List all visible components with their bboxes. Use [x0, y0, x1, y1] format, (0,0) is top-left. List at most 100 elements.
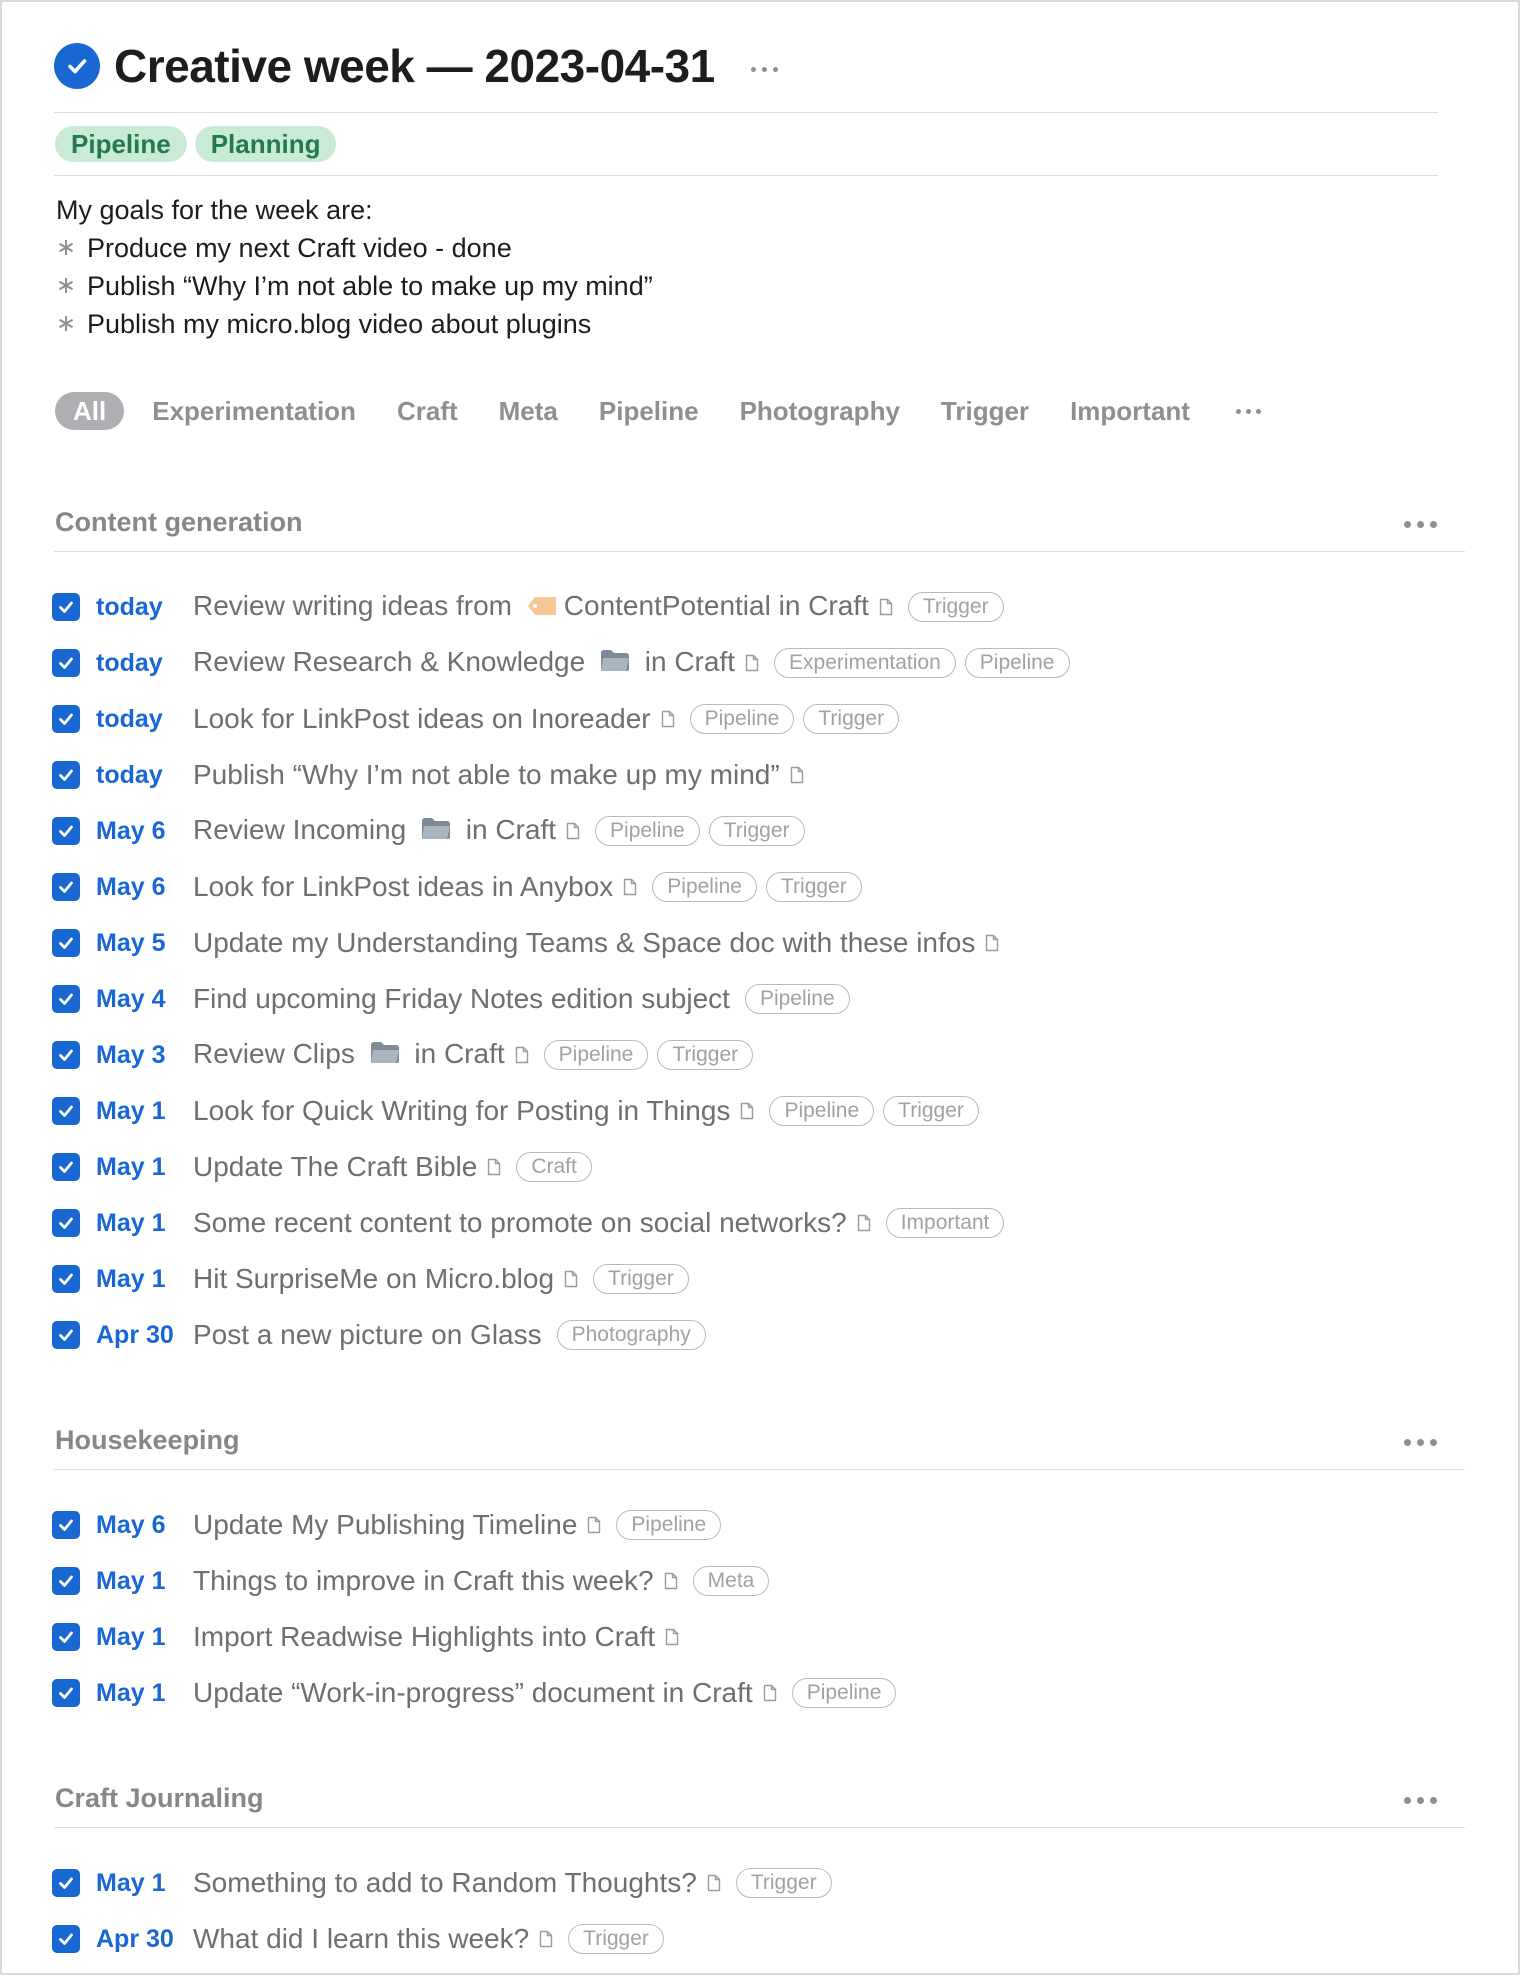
document-link-icon[interactable] — [790, 766, 804, 784]
task-row[interactable]: May 6 Update My Publishing Timeline Pipeli… — [52, 1497, 1465, 1553]
task-checkbox[interactable] — [52, 1511, 80, 1539]
task-title[interactable]: Update “Work-in-progress” document in Cr… — [193, 1677, 753, 1709]
task-due-date[interactable]: today — [96, 649, 193, 678]
task-checkbox[interactable] — [52, 817, 80, 845]
task-title[interactable]: Things to improve in Craft this week? — [193, 1565, 654, 1597]
tag-chip-trigger[interactable]: Trigger — [803, 704, 900, 734]
task-due-date[interactable]: May 1 — [96, 1567, 193, 1596]
task-checkbox[interactable] — [52, 705, 80, 733]
task-checkbox[interactable] — [52, 1679, 80, 1707]
tag-chip-pipeline[interactable]: Pipeline — [595, 816, 700, 846]
section-more-icon[interactable] — [1404, 521, 1437, 528]
tag-chip-pipeline[interactable]: Pipeline — [543, 1040, 649, 1070]
task-row[interactable]: May 1 Look for Quick Writing for Posting … — [52, 1083, 1465, 1139]
task-checkbox[interactable] — [52, 1153, 80, 1181]
tag-chip-important[interactable]: Important — [885, 1208, 1005, 1238]
tag-pipeline[interactable]: Pipeline — [55, 126, 187, 162]
filter-craft[interactable]: Craft — [397, 396, 458, 427]
task-due-date[interactable]: May 6 — [96, 873, 193, 902]
task-title[interactable]: Hit SurpriseMe on Micro.blog — [193, 1263, 554, 1295]
task-row[interactable]: today Look for LinkPost ideas on Inoreade… — [52, 691, 1465, 747]
task-checkbox[interactable] — [52, 593, 80, 621]
task-checkbox[interactable] — [52, 1209, 80, 1237]
task-row[interactable]: May 6 Look for LinkPost ideas in Anybox Pi… — [52, 859, 1465, 915]
tag-chip-trigger[interactable]: Trigger — [883, 1096, 979, 1126]
more-filters-icon[interactable] — [1235, 408, 1261, 414]
task-title[interactable]: Post a new picture on Glass — [193, 1319, 542, 1351]
task-row[interactable]: today Publish “Why I’m not able to make u… — [52, 747, 1465, 803]
tag-chip-craft[interactable]: Craft — [516, 1152, 592, 1182]
document-link-icon[interactable] — [587, 1516, 601, 1534]
document-link-icon[interactable] — [740, 1102, 754, 1120]
task-due-date[interactable]: May 1 — [96, 1097, 193, 1126]
filter-pipeline[interactable]: Pipeline — [599, 396, 699, 427]
task-checkbox[interactable] — [52, 1925, 80, 1953]
task-checkbox[interactable] — [52, 1623, 80, 1651]
task-checkbox[interactable] — [52, 1869, 80, 1897]
document-link-icon[interactable] — [539, 1930, 553, 1948]
document-link-icon[interactable] — [623, 878, 637, 896]
task-row[interactable]: today Review Research & Knowledge in Craf… — [52, 635, 1465, 691]
tag-chip-pipeline[interactable]: Pipeline — [791, 1678, 897, 1708]
document-link-icon[interactable] — [515, 1046, 529, 1064]
document-link-icon[interactable] — [745, 654, 759, 672]
task-title[interactable]: Some recent content to promote on social… — [193, 1207, 847, 1239]
task-due-date[interactable]: Apr 30 — [96, 1321, 193, 1350]
tag-chip-meta[interactable]: Meta — [692, 1566, 770, 1596]
task-title[interactable]: Review Research & Knowledge in Craft — [193, 646, 735, 680]
task-due-date[interactable]: May 3 — [96, 1041, 193, 1070]
task-checkbox[interactable] — [52, 1265, 80, 1293]
section-title[interactable]: Content generation — [55, 507, 303, 538]
task-row[interactable]: Apr 30 What did I learn this week? Trigger — [52, 1911, 1465, 1967]
task-row[interactable]: May 1 Update The Craft Bible Craft — [52, 1139, 1465, 1195]
document-link-icon[interactable] — [707, 1874, 721, 1892]
filter-important[interactable]: Important — [1070, 396, 1190, 427]
task-row[interactable]: May 3 Review Clips in Craft Pipeline Trigge… — [52, 1027, 1465, 1083]
tag-chip-trigger[interactable]: Trigger — [593, 1264, 689, 1294]
tag-chip-pipeline[interactable]: Pipeline — [769, 1096, 875, 1126]
task-title[interactable]: Review writing ideas from ContentPotenti… — [193, 590, 869, 624]
task-checkbox[interactable] — [52, 649, 80, 677]
task-row[interactable]: May 1 Some recent content to promote on s… — [52, 1195, 1465, 1251]
task-title[interactable]: Look for LinkPost ideas on Inoreader — [193, 703, 651, 735]
task-due-date[interactable]: May 1 — [96, 1209, 193, 1238]
filter-all[interactable]: All — [55, 392, 125, 430]
document-link-icon[interactable] — [564, 1270, 578, 1288]
task-checkbox[interactable] — [52, 985, 80, 1013]
tag-chip-experimentation[interactable]: Experimentation — [774, 648, 956, 678]
document-link-icon[interactable] — [566, 822, 580, 840]
task-title[interactable]: Review Incoming in Craft — [193, 814, 556, 848]
task-row[interactable]: May 1 Import Readwise Highlights into Cra… — [52, 1609, 1465, 1665]
task-title[interactable]: Review Clips in Craft — [193, 1038, 505, 1072]
document-link-icon[interactable] — [985, 934, 999, 952]
task-checkbox[interactable] — [52, 873, 80, 901]
task-due-date[interactable]: May 6 — [96, 1511, 193, 1540]
task-title[interactable]: Import Readwise Highlights into Craft — [193, 1621, 655, 1653]
task-title[interactable]: Update my Understanding Teams & Space do… — [193, 927, 975, 959]
task-due-date[interactable]: today — [96, 593, 193, 622]
task-title[interactable]: Update My Publishing Timeline — [193, 1509, 577, 1541]
filter-meta[interactable]: Meta — [499, 396, 558, 427]
task-checkbox[interactable] — [52, 1097, 80, 1125]
task-checkbox[interactable] — [52, 761, 80, 789]
document-link-icon[interactable] — [664, 1572, 678, 1590]
task-due-date[interactable]: May 4 — [96, 985, 193, 1014]
tag-chip-pipeline[interactable]: Pipeline — [652, 872, 757, 902]
task-due-date[interactable]: May 1 — [96, 1869, 193, 1898]
task-checkbox[interactable] — [52, 1041, 80, 1069]
task-due-date[interactable]: today — [96, 705, 193, 734]
document-link-icon[interactable] — [661, 710, 675, 728]
tag-chip-trigger[interactable]: Trigger — [657, 1040, 754, 1070]
completed-check-icon[interactable] — [54, 43, 100, 89]
task-due-date[interactable]: today — [96, 761, 193, 790]
task-row[interactable]: May 1 Things to improve in Craft this wee… — [52, 1553, 1465, 1609]
tag-chip-pipeline[interactable]: Pipeline — [616, 1510, 722, 1540]
document-link-icon[interactable] — [879, 598, 893, 616]
filter-experimentation[interactable]: Experimentation — [152, 396, 356, 427]
section-title[interactable]: Housekeeping — [55, 1425, 240, 1456]
tag-chip-trigger[interactable]: Trigger — [907, 592, 1004, 622]
task-row[interactable]: May 1 Something to add to Random Thoughts… — [52, 1855, 1465, 1911]
tag-chip-photography[interactable]: Photography — [556, 1320, 706, 1350]
task-checkbox[interactable] — [52, 929, 80, 957]
goals-text[interactable]: My goals for the week are: ∗ Produce my … — [56, 191, 653, 343]
